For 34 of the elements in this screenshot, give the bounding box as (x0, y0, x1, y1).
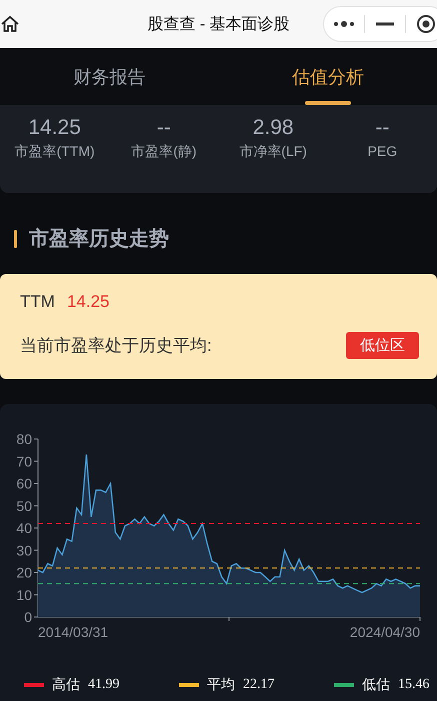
metric-value: 2.98 (252, 115, 294, 141)
legend-label: 平均 (207, 676, 235, 694)
summary-text: 当前市盈率处于历史平均: (20, 335, 212, 357)
x-tick-label: 2024/04/30 (350, 624, 420, 640)
legend-label: 高估 (52, 676, 80, 694)
window-title: 股查查 - 基本面诊股 (147, 14, 290, 34)
metric-value: -- (375, 115, 390, 141)
y-tick-label: 60 (16, 476, 32, 492)
x-tick-label: 2014/03/31 (38, 624, 108, 640)
tab[interactable]: 估值分析 (218, 48, 437, 105)
y-tick-label: 30 (16, 542, 32, 558)
summary-value: 14.25 (66, 292, 110, 312)
legend-value: 22.17 (243, 677, 274, 693)
metric-label: 市盈率(TTM) (14, 143, 95, 161)
y-tick-label: 20 (16, 564, 32, 580)
legend-label: 低估 (362, 677, 390, 694)
metric-value: -- (156, 115, 171, 141)
legend-value: 41.99 (88, 677, 120, 693)
y-tick-label: 10 (16, 586, 32, 603)
status-badge: 低位区 (346, 332, 419, 359)
y-tick-label: 70 (16, 453, 32, 470)
y-tick-label: 0 (24, 609, 32, 625)
metric-label: 市净率(LF) (239, 143, 307, 161)
y-tick-label: 40 (16, 520, 32, 536)
metric-label: 市盈率(静) (131, 143, 197, 161)
legend-value: 15.46 (398, 677, 430, 693)
home-icon[interactable] (0, 14, 20, 34)
y-tick-label: 50 (16, 498, 32, 514)
tab[interactable]: 财务报告 (0, 48, 218, 105)
metric-value: 14.25 (28, 115, 81, 141)
section-title: 市盈率历史走势 (29, 226, 169, 252)
summary-label: TTM (20, 292, 55, 312)
y-tick-label: 80 (16, 431, 32, 447)
metric-label: PEG (368, 143, 398, 159)
